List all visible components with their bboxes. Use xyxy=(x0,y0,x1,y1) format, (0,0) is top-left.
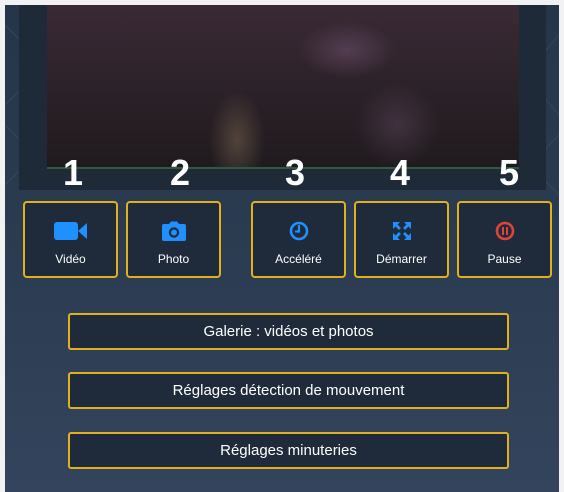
number-label-3: 3 xyxy=(284,152,306,193)
video-button-label: Vidéo xyxy=(55,252,86,266)
pause-button[interactable]: Pause xyxy=(457,201,552,278)
clock-icon xyxy=(253,219,344,243)
number-label-4: 4 xyxy=(389,152,411,193)
timer-settings-button[interactable]: Réglages minuteries xyxy=(68,432,509,469)
demarrer-button[interactable]: Démarrer xyxy=(354,201,449,278)
button-numbers-row: 1 2 3 4 5 xyxy=(5,153,559,193)
motion-settings-button[interactable]: Réglages détection de mouvement xyxy=(68,372,509,409)
pause-button-label: Pause xyxy=(487,252,522,266)
camera-icon xyxy=(128,219,219,243)
accelere-button[interactable]: Accéléré xyxy=(251,201,346,278)
photo-button-label: Photo xyxy=(157,252,190,266)
control-buttons-row: Vidéo Photo Accéléré Démarrer Pause xyxy=(5,201,559,279)
number-label-5: 5 xyxy=(498,152,520,193)
photo-button[interactable]: Photo xyxy=(126,201,221,278)
number-label-2: 2 xyxy=(169,152,191,193)
camera-feed xyxy=(47,5,519,169)
app-frame: 1 2 3 4 5 Vidéo Photo Accéléré Démarrer … xyxy=(5,5,559,492)
expand-arrows-icon xyxy=(356,219,447,243)
pause-circle-icon xyxy=(459,219,550,243)
video-button[interactable]: Vidéo xyxy=(23,201,118,278)
accelere-button-label: Accéléré xyxy=(275,252,322,266)
gallery-button[interactable]: Galerie : vidéos et photos xyxy=(68,313,509,350)
video-camera-icon xyxy=(25,219,116,243)
number-label-1: 1 xyxy=(62,152,84,193)
demarrer-button-label: Démarrer xyxy=(376,252,427,266)
